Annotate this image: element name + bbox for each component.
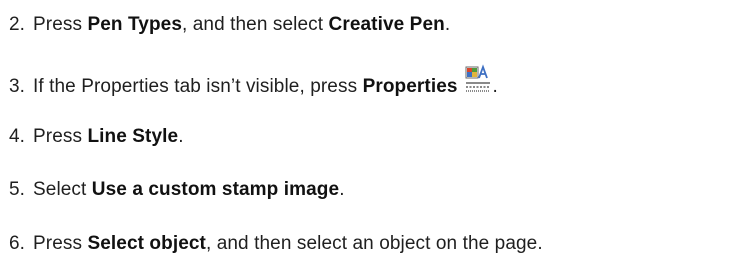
step-2: 2. Press Pen Types, and then select Creat… xyxy=(9,13,450,37)
step-5: 5. Select Use a custom stamp image. xyxy=(9,178,345,202)
line-style-label: Line Style xyxy=(87,126,179,147)
select-object-label: Select object xyxy=(87,233,206,254)
step-number: 5. xyxy=(9,179,26,200)
properties-label: Properties xyxy=(362,76,458,97)
step-text: , and then select xyxy=(181,14,329,35)
step-text: . xyxy=(444,14,451,35)
step-number: 3. xyxy=(9,76,26,97)
step-text: . xyxy=(178,126,184,147)
step-text: Select xyxy=(33,179,92,200)
step-text: Press xyxy=(33,14,88,35)
custom-stamp-label: Use a custom stamp image xyxy=(91,179,340,200)
creative-pen-label: Creative Pen xyxy=(328,14,445,35)
step-number: 2. xyxy=(9,14,26,35)
step-text: Press xyxy=(33,126,88,147)
step-number: 6. xyxy=(9,233,26,254)
step-3: 3. If the Properties tab isn’t visible, p… xyxy=(9,64,498,99)
step-text: If the Properties tab isn’t visible, pre… xyxy=(33,76,363,97)
step-text: , and then select an object on the page. xyxy=(205,233,543,254)
step-text: Press xyxy=(33,233,88,254)
step-text: . xyxy=(492,76,498,97)
pen-types-label: Pen Types xyxy=(87,14,182,35)
step-6: 6. Press Select object, and then select a… xyxy=(9,232,543,256)
properties-icon xyxy=(463,64,493,96)
step-number: 4. xyxy=(9,126,26,147)
step-4: 4. Press Line Style. xyxy=(9,125,184,149)
instruction-list: 2. Press Pen Types, and then select Creat… xyxy=(0,0,742,278)
step-text: . xyxy=(339,179,345,200)
